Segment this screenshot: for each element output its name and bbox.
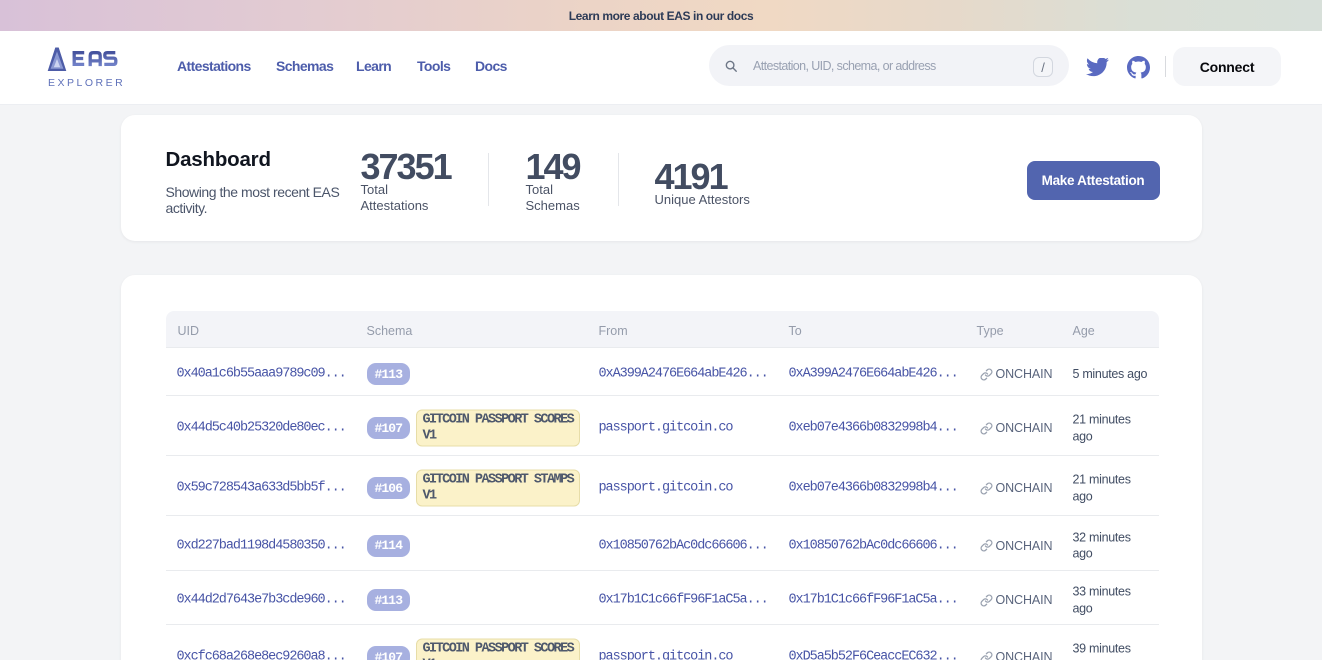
svg-text:EXPLORER: EXPLORER — [48, 77, 125, 89]
